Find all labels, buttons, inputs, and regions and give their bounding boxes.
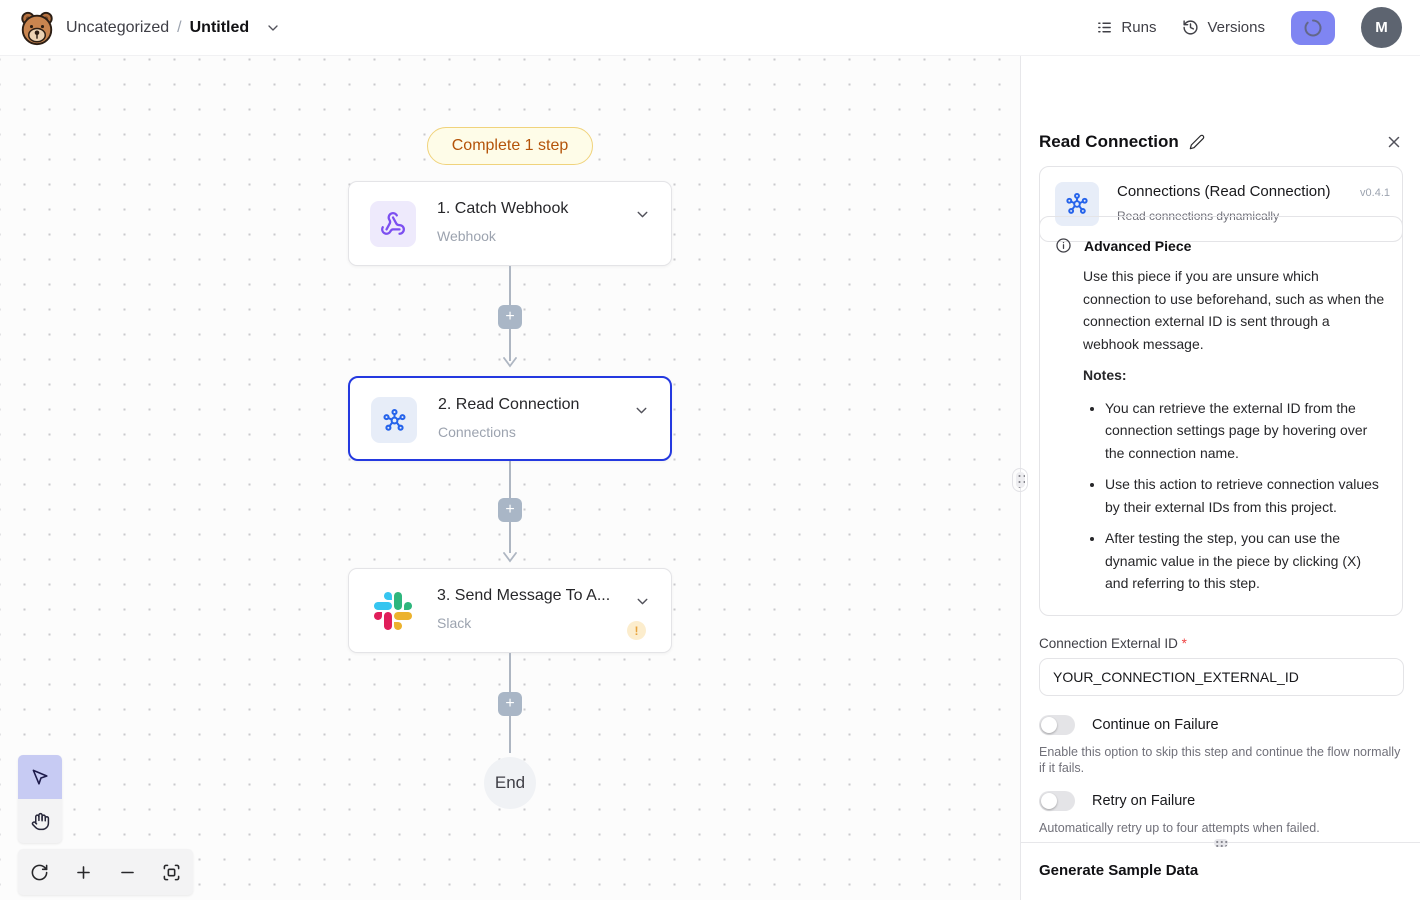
select-tool-button[interactable] (18, 755, 62, 799)
step-chevron-down-icon[interactable] (634, 593, 651, 615)
advanced-piece-note: Advanced Piece Use this piece if you are… (1039, 216, 1403, 616)
toggle-knob (1041, 717, 1057, 733)
top-bar: Uncategorized / Untitled Runs Versions M (0, 0, 1420, 56)
flow-canvas[interactable]: Complete 1 step 1. Catch Webhook Webhook… (0, 56, 1020, 900)
flow-menu-chevron-down-icon[interactable] (265, 20, 281, 36)
splitter-grip-icon[interactable] (1212, 837, 1230, 848)
step-subtitle: Connections (438, 424, 516, 440)
canvas-mode-toolbar (18, 755, 62, 843)
flow-title[interactable]: Untitled (190, 19, 250, 37)
toggle-switch-off[interactable] (1039, 791, 1075, 811)
step-subtitle: Webhook (437, 228, 496, 244)
notes-label: Notes: (1083, 364, 1387, 387)
advanced-piece-title: Advanced Piece (1084, 238, 1191, 254)
cursor-icon (31, 768, 50, 787)
breadcrumb: Uncategorized / Untitled (66, 19, 281, 37)
info-icon (1055, 237, 1072, 254)
step-card-catch-webhook[interactable]: 1. Catch Webhook Webhook (348, 181, 672, 266)
zoom-in-button[interactable] (62, 849, 105, 895)
end-label: End (495, 773, 525, 793)
arrow-down-icon (502, 550, 518, 568)
advanced-piece-body: Use this piece if you are unsure which c… (1083, 265, 1387, 355)
piece-version: v0.4.1 (1360, 187, 1390, 199)
runs-button[interactable]: Runs (1096, 19, 1156, 36)
canvas-zoom-toolbar (18, 849, 193, 895)
step-card-send-message-slack[interactable]: 3. Send Message To A... Slack ! (348, 568, 672, 653)
continue-on-failure-label: Continue on Failure (1092, 717, 1219, 733)
app-logo-bear-icon[interactable] (18, 9, 56, 47)
fit-to-view-button[interactable] (150, 849, 193, 895)
connections-icon (371, 397, 417, 443)
step-chevron-down-icon[interactable] (634, 206, 651, 228)
runs-list-icon (1096, 19, 1113, 36)
hand-icon (31, 812, 50, 831)
slack-icon (370, 588, 416, 634)
note-item: You can retrieve the external ID from th… (1105, 397, 1387, 465)
piece-name: Connections (Read Connection) (1117, 183, 1330, 200)
continue-on-failure-help: Enable this option to skip this step and… (1039, 744, 1403, 776)
loading-spinner-icon (1303, 18, 1323, 38)
zoom-out-button[interactable] (106, 849, 149, 895)
add-step-button[interactable]: + (498, 498, 522, 522)
step-subtitle: Slack (437, 615, 471, 631)
rotate-cw-icon (30, 863, 49, 882)
retry-on-failure-label: Retry on Failure (1092, 793, 1195, 809)
plus-icon (74, 863, 93, 882)
fit-view-icon (162, 863, 181, 882)
versions-button[interactable]: Versions (1182, 19, 1265, 36)
external-id-input[interactable] (1039, 658, 1404, 696)
step-chevron-down-icon[interactable] (633, 402, 650, 424)
required-asterisk: * (1182, 636, 1187, 651)
external-id-label-text: Connection External ID (1039, 636, 1178, 651)
toggle-switch-off[interactable] (1039, 715, 1075, 735)
runs-label: Runs (1121, 19, 1156, 36)
add-step-button[interactable]: + (498, 692, 522, 716)
sample-data-splitter[interactable] (1021, 842, 1420, 843)
retry-on-failure-toggle[interactable]: Retry on Failure (1039, 791, 1195, 811)
plus-icon: + (505, 501, 514, 518)
panel-resize-handle[interactable] (1012, 468, 1028, 492)
complete-steps-label: Complete 1 step (452, 137, 569, 155)
note-item: After testing the step, you can use the … (1105, 527, 1387, 595)
toggle-knob (1041, 793, 1057, 809)
retry-on-failure-help: Automatically retry up to four attempts … (1039, 820, 1403, 836)
breadcrumb-separator: / (177, 19, 181, 37)
pan-tool-button[interactable] (18, 799, 62, 843)
main-area: Complete 1 step 1. Catch Webhook Webhook… (0, 56, 1420, 900)
rename-pencil-icon[interactable] (1189, 134, 1205, 150)
user-avatar[interactable]: M (1361, 7, 1402, 48)
step-card-read-connection[interactable]: 2. Read Connection Connections (348, 376, 672, 461)
arrow-down-icon (502, 355, 518, 373)
breadcrumb-folder[interactable]: Uncategorized (66, 19, 169, 37)
plus-icon: + (505, 308, 514, 325)
step-warning-icon: ! (627, 621, 646, 640)
avatar-initial: M (1375, 19, 1388, 36)
topbar-actions: Runs Versions M (1096, 7, 1402, 48)
warning-exclamation: ! (635, 624, 639, 638)
flow-end-node: End (484, 757, 536, 809)
publish-loading-button[interactable] (1291, 11, 1335, 45)
reset-zoom-button[interactable] (18, 849, 61, 895)
step-title: 2. Read Connection (438, 396, 579, 414)
note-item: Use this action to retrieve connection v… (1105, 473, 1387, 518)
close-panel-icon[interactable] (1385, 133, 1403, 151)
history-icon (1182, 19, 1199, 36)
add-step-button[interactable]: + (498, 305, 522, 329)
panel-header: Read Connection (1039, 132, 1403, 152)
versions-label: Versions (1207, 19, 1265, 36)
step-title: 3. Send Message To A... (437, 587, 610, 605)
step-settings-panel: Read Connection Con (1020, 56, 1420, 900)
external-id-label: Connection External ID * (1039, 636, 1187, 651)
continue-on-failure-toggle[interactable]: Continue on Failure (1039, 715, 1219, 735)
plus-icon: + (505, 695, 514, 712)
notes-list: You can retrieve the external ID from th… (1083, 397, 1387, 595)
webhook-icon (370, 201, 416, 247)
step-title: 1. Catch Webhook (437, 200, 568, 218)
complete-steps-pill[interactable]: Complete 1 step (427, 127, 593, 165)
minus-icon (118, 863, 137, 882)
generate-sample-data-title: Generate Sample Data (1039, 862, 1198, 879)
panel-title: Read Connection (1039, 132, 1179, 152)
